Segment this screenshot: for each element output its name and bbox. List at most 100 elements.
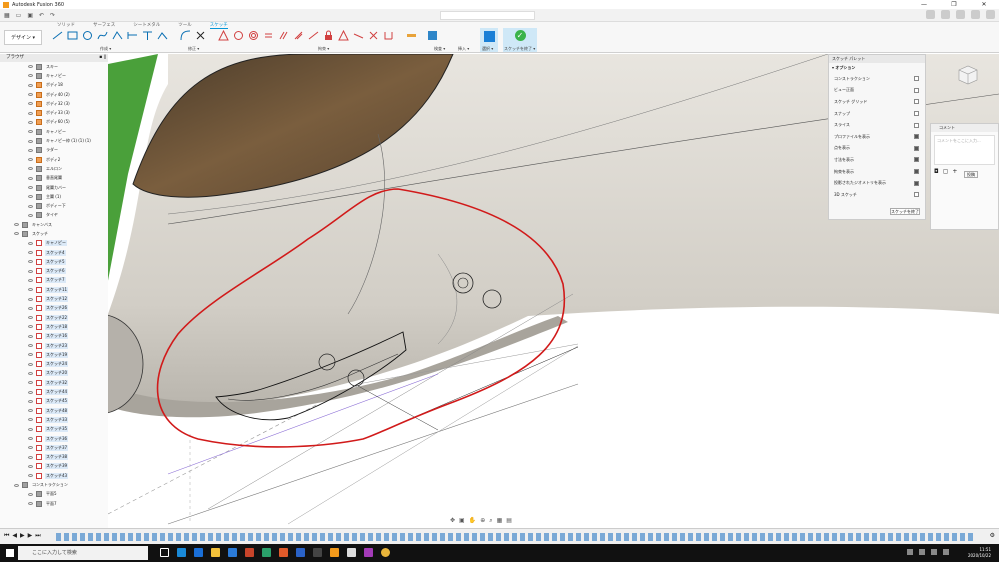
app-icon[interactable] (364, 548, 373, 557)
fusion360-icon[interactable] (330, 548, 339, 557)
measure-tool-icon[interactable] (406, 30, 417, 41)
visibility-eye-icon[interactable] (14, 483, 19, 487)
palette-finish-sketch-button[interactable]: スケッチを終了 (890, 208, 920, 215)
parallel-constraint-icon[interactable] (278, 30, 289, 41)
visibility-eye-icon[interactable] (28, 325, 33, 329)
visibility-eye-icon[interactable] (28, 288, 33, 292)
fit-icon[interactable]: ⌕ (489, 517, 492, 525)
tray-chevron-icon[interactable] (907, 549, 913, 555)
visibility-eye-icon[interactable] (28, 83, 33, 87)
browser-item[interactable]: スケッチ26 (0, 304, 108, 313)
excel-icon[interactable] (228, 548, 237, 557)
zoom-icon[interactable]: ⊕ (480, 517, 485, 525)
visibility-eye-icon[interactable] (28, 260, 33, 264)
tab-surface[interactable]: サーフェス (93, 22, 115, 29)
triangle-constraint-icon[interactable] (338, 29, 349, 41)
maximize-icon[interactable]: ❐ (939, 0, 969, 9)
browser-item[interactable]: スケッチ48 (0, 406, 108, 415)
browser-item[interactable]: キャノピー (0, 71, 108, 80)
circle-tool-icon[interactable] (82, 30, 93, 41)
visibility-eye-icon[interactable] (28, 204, 33, 208)
look-at-icon[interactable]: ▣ (459, 517, 465, 525)
browser-item[interactable]: スケッチ20 (0, 369, 108, 378)
visibility-eye-icon[interactable] (28, 446, 33, 450)
browser-item[interactable]: スケッチ43 (0, 471, 108, 480)
browser-item[interactable]: ボディ60 (5) (0, 118, 108, 127)
visibility-eye-icon[interactable] (28, 418, 33, 422)
palette-option-checkbox[interactable] (914, 169, 919, 175)
pan-icon[interactable]: ✋ (469, 517, 476, 525)
visibility-eye-icon[interactable] (28, 102, 33, 106)
browser-item[interactable]: コンストラクション (0, 480, 108, 489)
browser-item[interactable]: 主翼 (1) (0, 192, 108, 201)
timeline-settings-icon[interactable]: ⚙ (990, 532, 995, 539)
visibility-eye-icon[interactable] (28, 371, 33, 375)
browser-item[interactable]: 平面5 (0, 490, 108, 499)
spline-tool-icon[interactable] (97, 30, 108, 41)
tab-solid[interactable]: ソリッド (57, 22, 75, 29)
visibility-eye-icon[interactable] (28, 390, 33, 394)
palette-option-checkbox[interactable] (914, 145, 919, 151)
add-tab-icon[interactable] (926, 10, 935, 19)
app-icon[interactable] (262, 548, 271, 557)
browser-item[interactable]: スケッチ35 (0, 425, 108, 434)
close-icon[interactable]: ✕ (969, 0, 999, 9)
browser-item[interactable]: スケッチ32 (0, 378, 108, 387)
visibility-eye-icon[interactable] (28, 344, 33, 348)
timeline-features[interactable] (56, 533, 976, 541)
slot-tool-icon[interactable] (112, 30, 123, 41)
browser-item[interactable]: ボディ40 (2) (0, 90, 108, 99)
fillet-tool-icon[interactable] (180, 30, 191, 41)
browser-item[interactable]: ボディ33 (3) (0, 108, 108, 117)
symmetry-constraint-icon[interactable] (383, 30, 394, 41)
palette-option-checkbox[interactable] (914, 180, 919, 186)
browser-item[interactable]: スキー (0, 62, 108, 71)
visibility-eye-icon[interactable] (28, 492, 33, 496)
save-icon[interactable]: ▣ (27, 12, 33, 19)
browser-item[interactable]: スケッチ16 (0, 332, 108, 341)
lock-constraint-icon[interactable] (323, 30, 334, 41)
group-create-label[interactable]: 作成 ▾ (100, 46, 111, 52)
palette-option-checkbox[interactable] (914, 192, 919, 198)
browser-item[interactable]: スケッチ11 (0, 285, 108, 294)
visibility-eye-icon[interactable] (28, 316, 33, 320)
visibility-eye-icon[interactable] (28, 269, 33, 273)
visibility-eye-icon[interactable] (28, 502, 33, 506)
line-tool-icon[interactable] (52, 30, 63, 41)
browser-item[interactable]: キャノピー枠 (1) (1) (1) (0, 136, 108, 145)
file-icon[interactable]: ▭ (16, 12, 22, 19)
browser-item[interactable]: スケッチ37 (0, 443, 108, 452)
tab-sketch[interactable]: スケッチ (209, 22, 228, 29)
undo-icon[interactable]: ↶ (39, 12, 44, 19)
browser-item[interactable]: スケッチ38 (0, 452, 108, 461)
browser-item[interactable]: キャノピー (0, 127, 108, 136)
browser-item[interactable]: ラダー (0, 146, 108, 155)
polygon-tool-icon[interactable] (127, 30, 138, 41)
visibility-eye-icon[interactable] (28, 464, 33, 468)
visibility-eye-icon[interactable] (14, 232, 19, 236)
browser-item[interactable]: 垂直尾翼 (0, 174, 108, 183)
store-icon[interactable] (194, 548, 203, 557)
browser-item[interactable]: スケッチ12 (0, 294, 108, 303)
browser-collapse-icon[interactable]: ▪ ‖ (99, 54, 106, 62)
browser-item[interactable]: ボディ2 (0, 155, 108, 164)
group-insert-label[interactable]: 挿入 ▾ (458, 46, 469, 52)
browser-item[interactable]: スケッチ33 (0, 415, 108, 424)
browser-item[interactable]: スケッチ18 (0, 322, 108, 331)
browser-item[interactable]: タイヤ (0, 211, 108, 220)
browser-item[interactable]: キャノピー (0, 239, 108, 248)
perpendicular-constraint-icon[interactable] (293, 30, 304, 41)
taskbar-clock[interactable]: 11:51 2020/10/22 (968, 547, 991, 559)
browser-item[interactable]: スケッチ4 (0, 248, 108, 257)
visibility-eye-icon[interactable] (28, 195, 33, 199)
group-modify-label[interactable]: 修正 ▾ (188, 46, 199, 52)
add-icon[interactable]: + (952, 168, 957, 175)
visibility-eye-icon[interactable] (28, 65, 33, 69)
palette-option-checkbox[interactable] (914, 134, 919, 140)
trim-tool-icon[interactable] (195, 30, 206, 41)
group-constraints-label[interactable]: 拘束 ▾ (318, 46, 329, 52)
text-tool-icon[interactable] (142, 30, 153, 41)
visibility-eye-icon[interactable] (28, 362, 33, 366)
visibility-eye-icon[interactable] (28, 297, 33, 301)
group-finish-label[interactable]: スケッチを終了 ▾ (504, 46, 535, 52)
